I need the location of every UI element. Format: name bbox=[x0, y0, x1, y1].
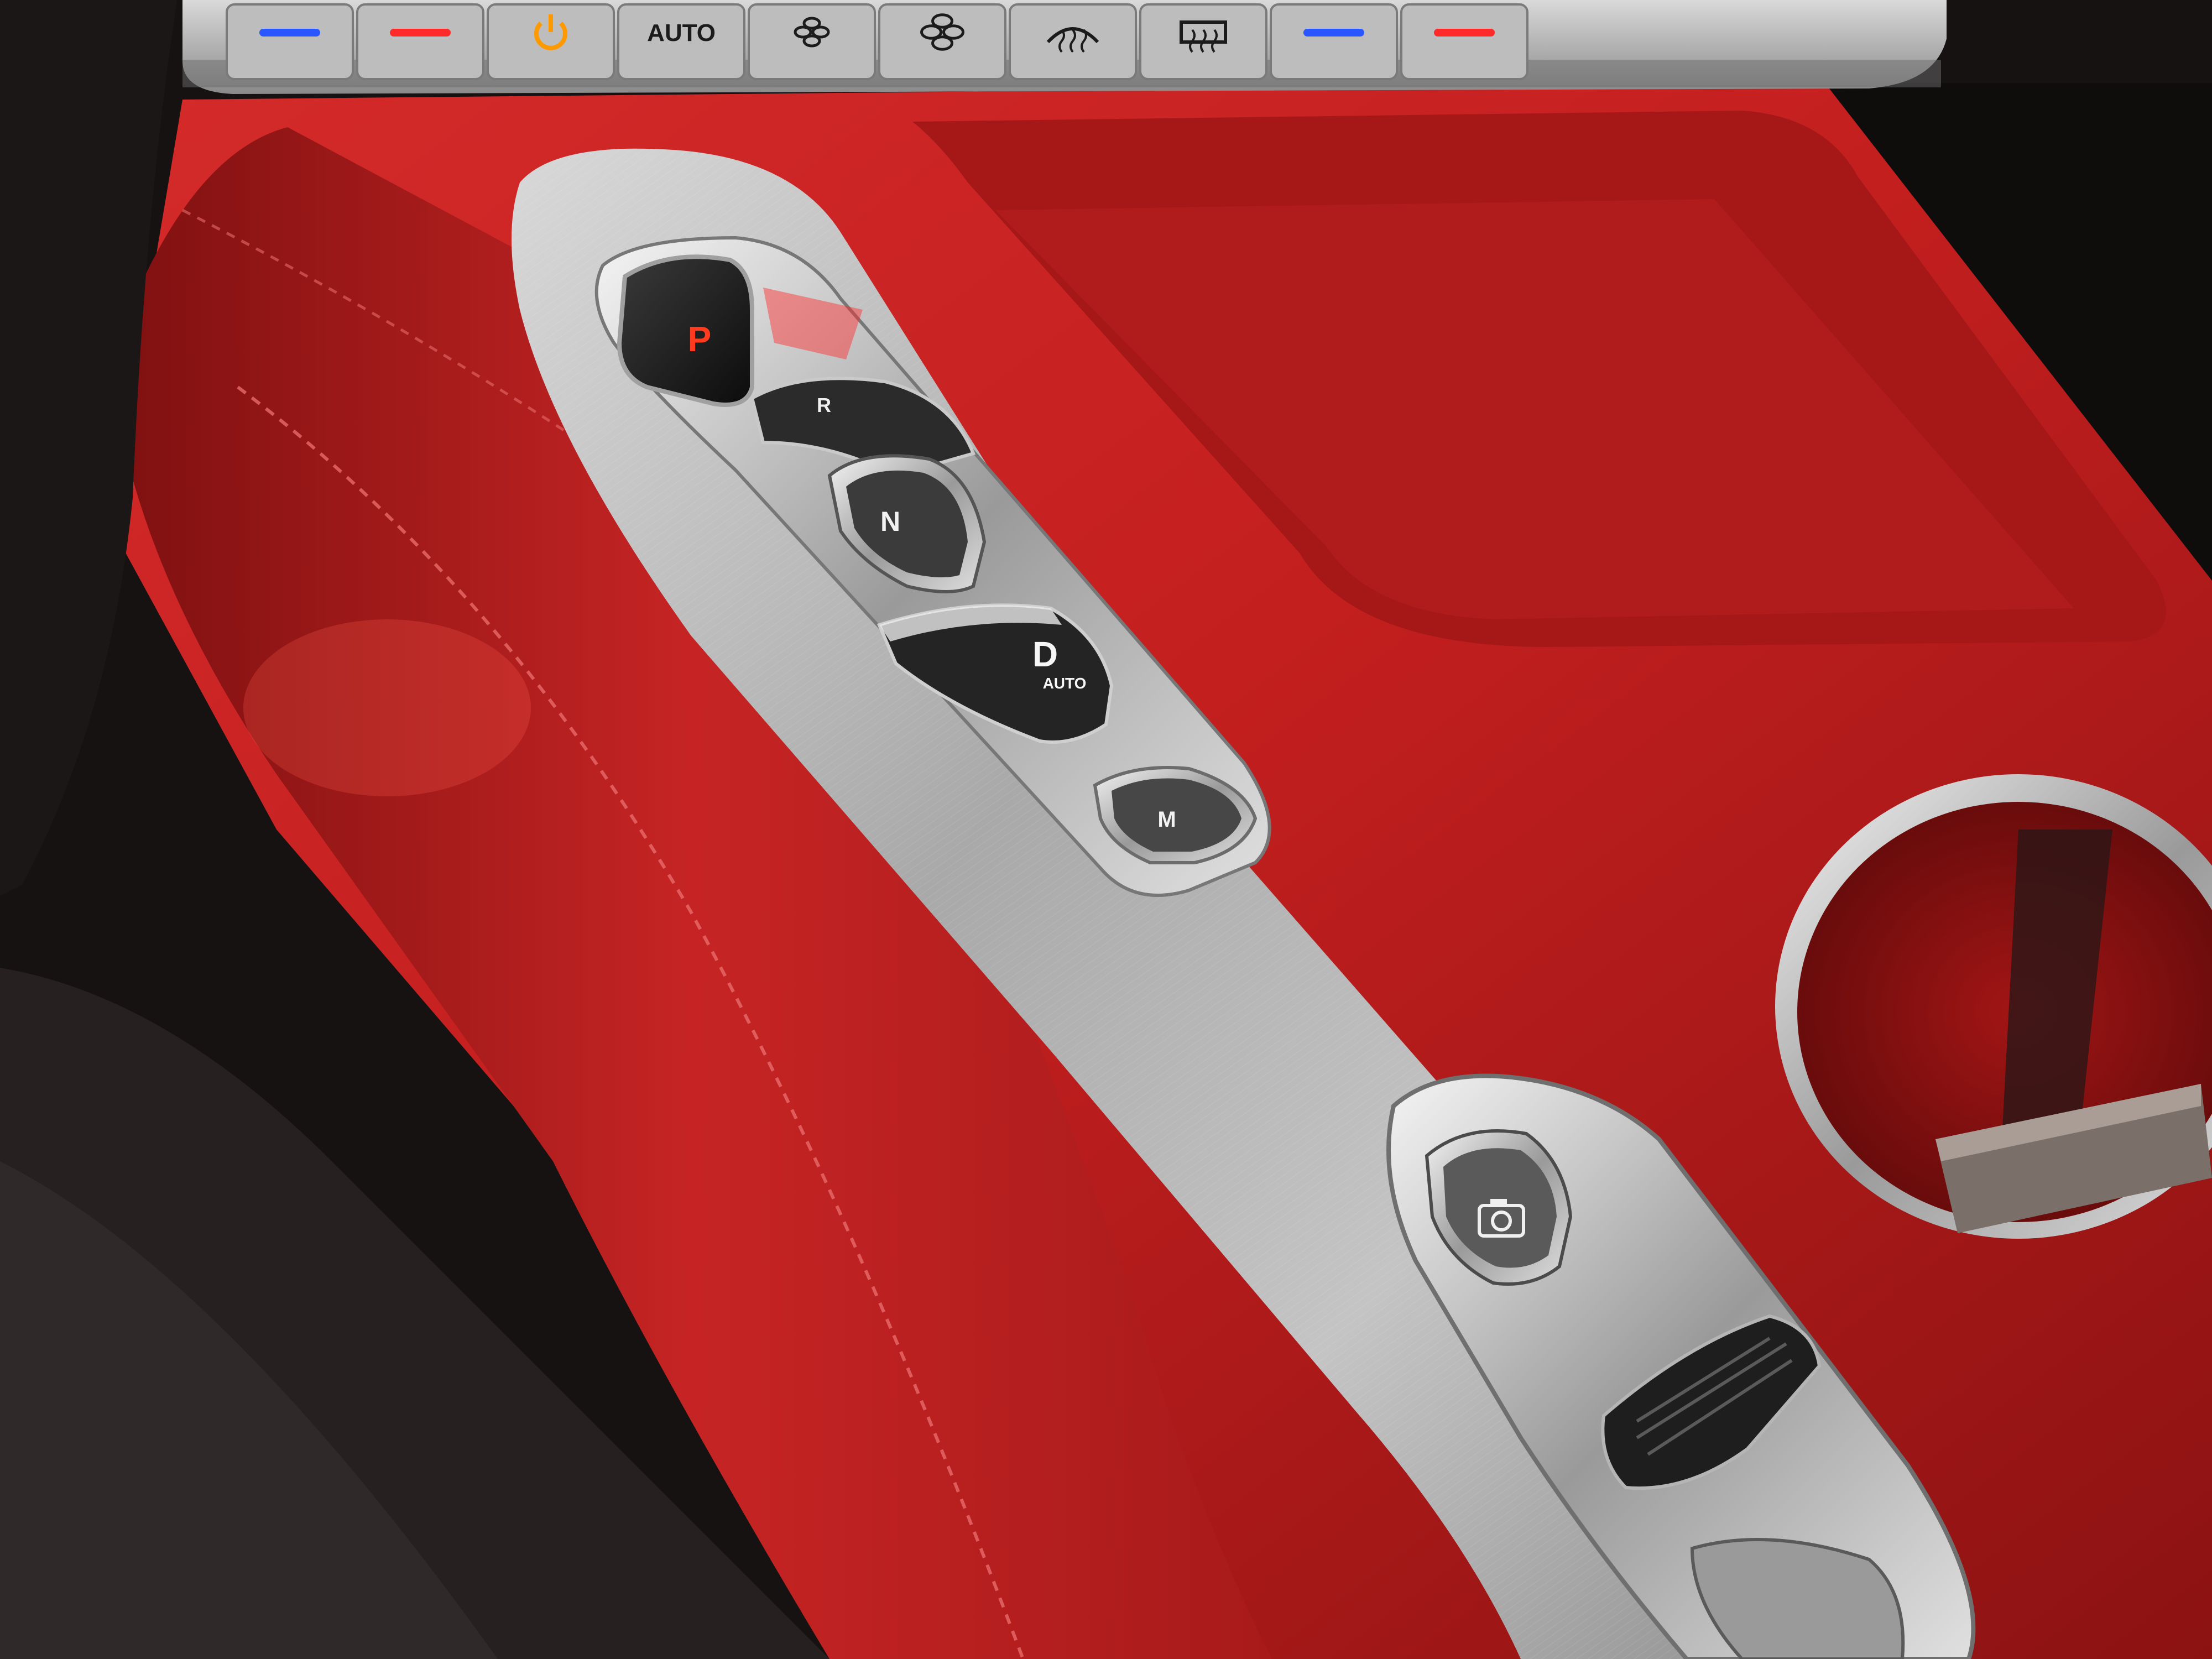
blue-led-icon bbox=[259, 29, 320, 36]
power-button[interactable] bbox=[487, 3, 615, 80]
fan-down-button[interactable] bbox=[748, 3, 876, 80]
temp-warm-right-button[interactable] bbox=[1400, 3, 1528, 80]
light-reflection bbox=[243, 619, 531, 796]
temp-cool-left-button[interactable] bbox=[226, 3, 354, 80]
neutral-label: N bbox=[880, 506, 900, 537]
temp-warm-left-button[interactable] bbox=[356, 3, 484, 80]
blue-led-icon bbox=[1303, 29, 1364, 36]
drive-label: D bbox=[1032, 634, 1058, 674]
car-interior-photo: AUTO P R N D AUTO M bbox=[0, 0, 2212, 1659]
red-led-icon bbox=[1434, 29, 1495, 36]
auto-label: AUTO bbox=[647, 19, 716, 46]
park-button[interactable]: P bbox=[617, 254, 754, 407]
rear-defrost-button[interactable] bbox=[1139, 3, 1267, 80]
auto-climate-button[interactable]: AUTO bbox=[617, 3, 745, 80]
park-indicator: P bbox=[688, 319, 712, 359]
drive-auto-label: AUTO bbox=[1043, 675, 1087, 692]
manual-label: M bbox=[1157, 807, 1176, 832]
reverse-label: R bbox=[817, 394, 831, 416]
red-led-icon bbox=[390, 29, 451, 36]
temp-cool-right-button[interactable] bbox=[1270, 3, 1398, 80]
front-defrost-button[interactable] bbox=[1009, 3, 1137, 80]
fan-up-button[interactable] bbox=[878, 3, 1006, 80]
